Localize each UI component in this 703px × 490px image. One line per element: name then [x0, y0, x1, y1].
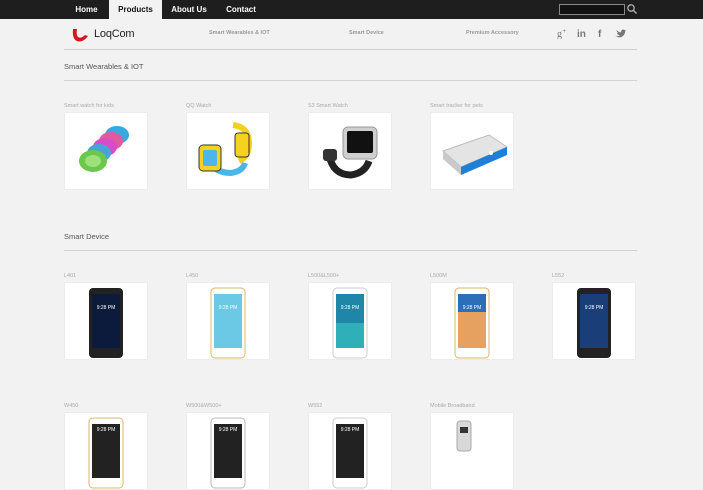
product-card[interactable]: QQ Watch: [186, 103, 270, 190]
phone-image: 9:28 PM: [89, 288, 123, 358]
product-card[interactable]: Smart tracker for pets: [430, 103, 514, 190]
section-divider: [64, 250, 637, 251]
product-image[interactable]: 9:28 PM: [430, 282, 514, 360]
phone-image: 9:28 PM: [454, 287, 490, 359]
google-plus-icon[interactable]: g +: [557, 27, 569, 39]
phone-image: 9:28 PM: [577, 288, 611, 358]
section-title-devices: Smart Device: [64, 232, 110, 241]
svg-text:g: g: [557, 29, 562, 39]
twitter-icon[interactable]: [614, 27, 626, 39]
product-card[interactable]: W552 9:28 PM: [308, 403, 392, 490]
product-image[interactable]: 9:28 PM: [64, 282, 148, 360]
phone-clock: 9:28 PM: [585, 305, 604, 311]
product-image[interactable]: 9:28 PM: [308, 412, 392, 490]
product-card[interactable]: S3 Smart Watch: [308, 103, 392, 190]
brand-logo[interactable]: LoqCom: [70, 25, 140, 45]
search-input[interactable]: [559, 4, 625, 15]
product-image[interactable]: [430, 112, 514, 190]
product-card[interactable]: Smart watch for kids: [64, 103, 148, 190]
mobile-broadband-image: [456, 420, 472, 452]
product-name: S3 Smart Watch: [308, 103, 348, 109]
product-name: L450: [186, 273, 199, 279]
nav-products[interactable]: Products: [109, 0, 162, 19]
svg-text:in: in: [577, 29, 586, 39]
product-image[interactable]: 9:28 PM: [308, 282, 392, 360]
facebook-icon[interactable]: f: [595, 27, 607, 39]
product-name: Mobile Broadband: [430, 403, 475, 409]
product-image[interactable]: [308, 112, 392, 190]
phone-clock: 9:28 PM: [219, 305, 238, 311]
phone-clock: 9:28 PM: [341, 305, 360, 311]
pet-tracker-image: [442, 134, 509, 175]
header-link-premium-accessory[interactable]: Premium Accessory: [466, 30, 519, 36]
kids-watch-image: [79, 126, 129, 172]
product-name: L500M: [430, 273, 447, 279]
phone-clock: 9:28 PM: [463, 305, 482, 311]
product-name: W450: [64, 403, 79, 409]
product-card[interactable]: L552 9:28 PM: [552, 273, 636, 360]
phone-image: 9:28 PM: [332, 287, 368, 359]
product-card[interactable]: L500M 9:28 PM: [430, 273, 514, 360]
phone-clock: 9:28 PM: [97, 305, 116, 311]
product-image[interactable]: [430, 412, 514, 490]
nav-contact[interactable]: Contact: [216, 0, 266, 19]
search-icon[interactable]: [626, 3, 638, 15]
product-name: W552: [308, 403, 323, 409]
product-name: Smart tracker for pets: [430, 103, 483, 109]
product-name: L401: [64, 273, 77, 279]
phone-clock: 9:28 PM: [219, 427, 238, 433]
phone-clock: 9:28 PM: [97, 427, 116, 433]
section-title-wearables: Smart Wearables & IOT: [64, 62, 144, 71]
logo-mark-icon: [72, 29, 88, 42]
svg-text:+: +: [563, 29, 567, 35]
product-image[interactable]: 9:28 PM: [186, 282, 270, 360]
product-image[interactable]: [64, 112, 148, 190]
nav-home[interactable]: Home: [64, 0, 109, 19]
s3-watch-image: [323, 126, 378, 179]
phone-image: 9:28 PM: [210, 417, 246, 489]
product-card[interactable]: W450 9:28 PM: [64, 403, 148, 490]
site-header: LoqCom Smart Wearables & IOT Smart Devic…: [64, 19, 637, 50]
phone-image: 9:28 PM: [210, 287, 246, 359]
product-image[interactable]: 9:28 PM: [64, 412, 148, 490]
product-image[interactable]: 9:28 PM: [552, 282, 636, 360]
product-name: Smart watch for kids: [64, 103, 114, 109]
brand-name: LoqCom: [94, 28, 135, 40]
phone-clock: 9:28 PM: [341, 427, 360, 433]
phone-image: 9:28 PM: [332, 417, 368, 489]
product-card[interactable]: Mobile Broadband: [430, 403, 514, 490]
header-link-smart-wearables[interactable]: Smart Wearables & IOT: [209, 30, 270, 36]
product-name: W500&W500+: [186, 403, 222, 409]
nav-about-us[interactable]: About Us: [162, 0, 216, 19]
linkedin-icon[interactable]: in: [576, 27, 588, 39]
svg-text:f: f: [598, 29, 602, 39]
product-card[interactable]: L401 9:28 PM: [64, 273, 148, 360]
product-image[interactable]: 9:28 PM: [186, 412, 270, 490]
phone-image: 9:28 PM: [88, 417, 124, 489]
product-name: L552: [552, 273, 565, 279]
product-card[interactable]: W500&W500+ 9:28 PM: [186, 403, 270, 490]
header-link-smart-device[interactable]: Smart Device: [349, 30, 384, 36]
product-card[interactable]: L500&L500+ 9:28 PM: [308, 273, 392, 360]
product-name: QQ Watch: [186, 103, 212, 109]
product-card[interactable]: L450 9:28 PM: [186, 273, 270, 360]
top-nav-bar: Home Products About Us Contact: [0, 0, 703, 19]
section-divider: [64, 80, 637, 81]
product-name: L500&L500+: [308, 273, 340, 279]
main-nav: Home Products About Us Contact: [64, 0, 266, 19]
product-image[interactable]: [186, 112, 270, 190]
qq-watch-image: [198, 122, 253, 177]
